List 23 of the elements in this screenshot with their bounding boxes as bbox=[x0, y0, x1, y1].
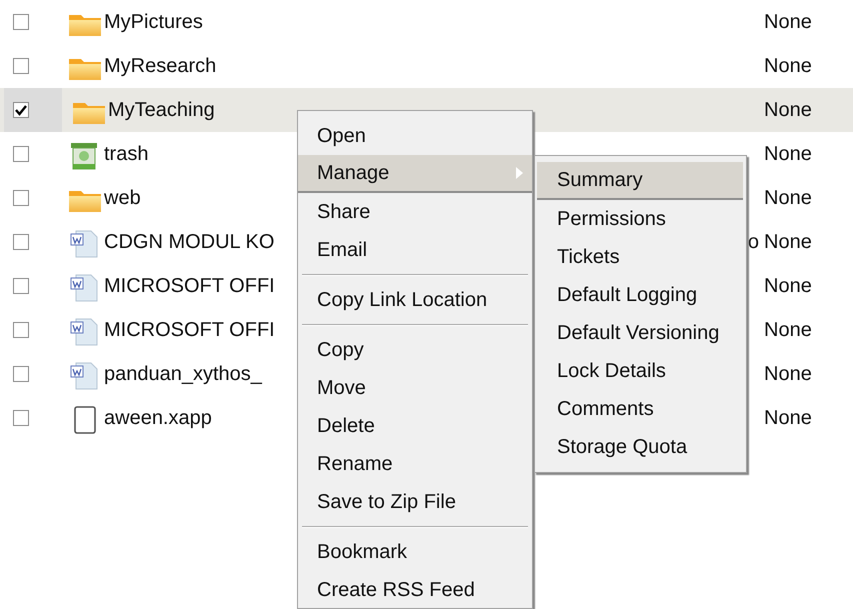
menu-item-label: Create RSS Feed bbox=[317, 578, 475, 603]
menu-item-label: Open bbox=[317, 124, 366, 149]
status-text: None bbox=[764, 318, 812, 343]
menu-item-label: Share bbox=[317, 200, 370, 225]
status-text: None bbox=[764, 406, 812, 431]
menu-item-label: Copy bbox=[317, 338, 364, 363]
menu-item-label: Move bbox=[317, 376, 366, 401]
file-name: o bbox=[748, 230, 759, 255]
status-text: None bbox=[764, 186, 812, 211]
menu-item-label: Bookmark bbox=[317, 540, 408, 565]
status-text: None bbox=[764, 142, 812, 167]
menu-item-label: Save to Zip File bbox=[317, 490, 456, 515]
status-text: None bbox=[764, 98, 812, 123]
status-text: None bbox=[764, 274, 812, 299]
menu-item-label: Email bbox=[317, 238, 368, 263]
menu-item-label: Copy Link Location bbox=[317, 288, 488, 313]
menu-item-label: Rename bbox=[317, 452, 393, 477]
status-text: None bbox=[764, 10, 812, 35]
status-text: None bbox=[764, 54, 812, 79]
menu-item-label: Delete bbox=[317, 414, 375, 439]
status-text: None bbox=[764, 230, 812, 255]
menu-item-label: Manage bbox=[317, 161, 390, 186]
status-text: None bbox=[764, 362, 812, 387]
